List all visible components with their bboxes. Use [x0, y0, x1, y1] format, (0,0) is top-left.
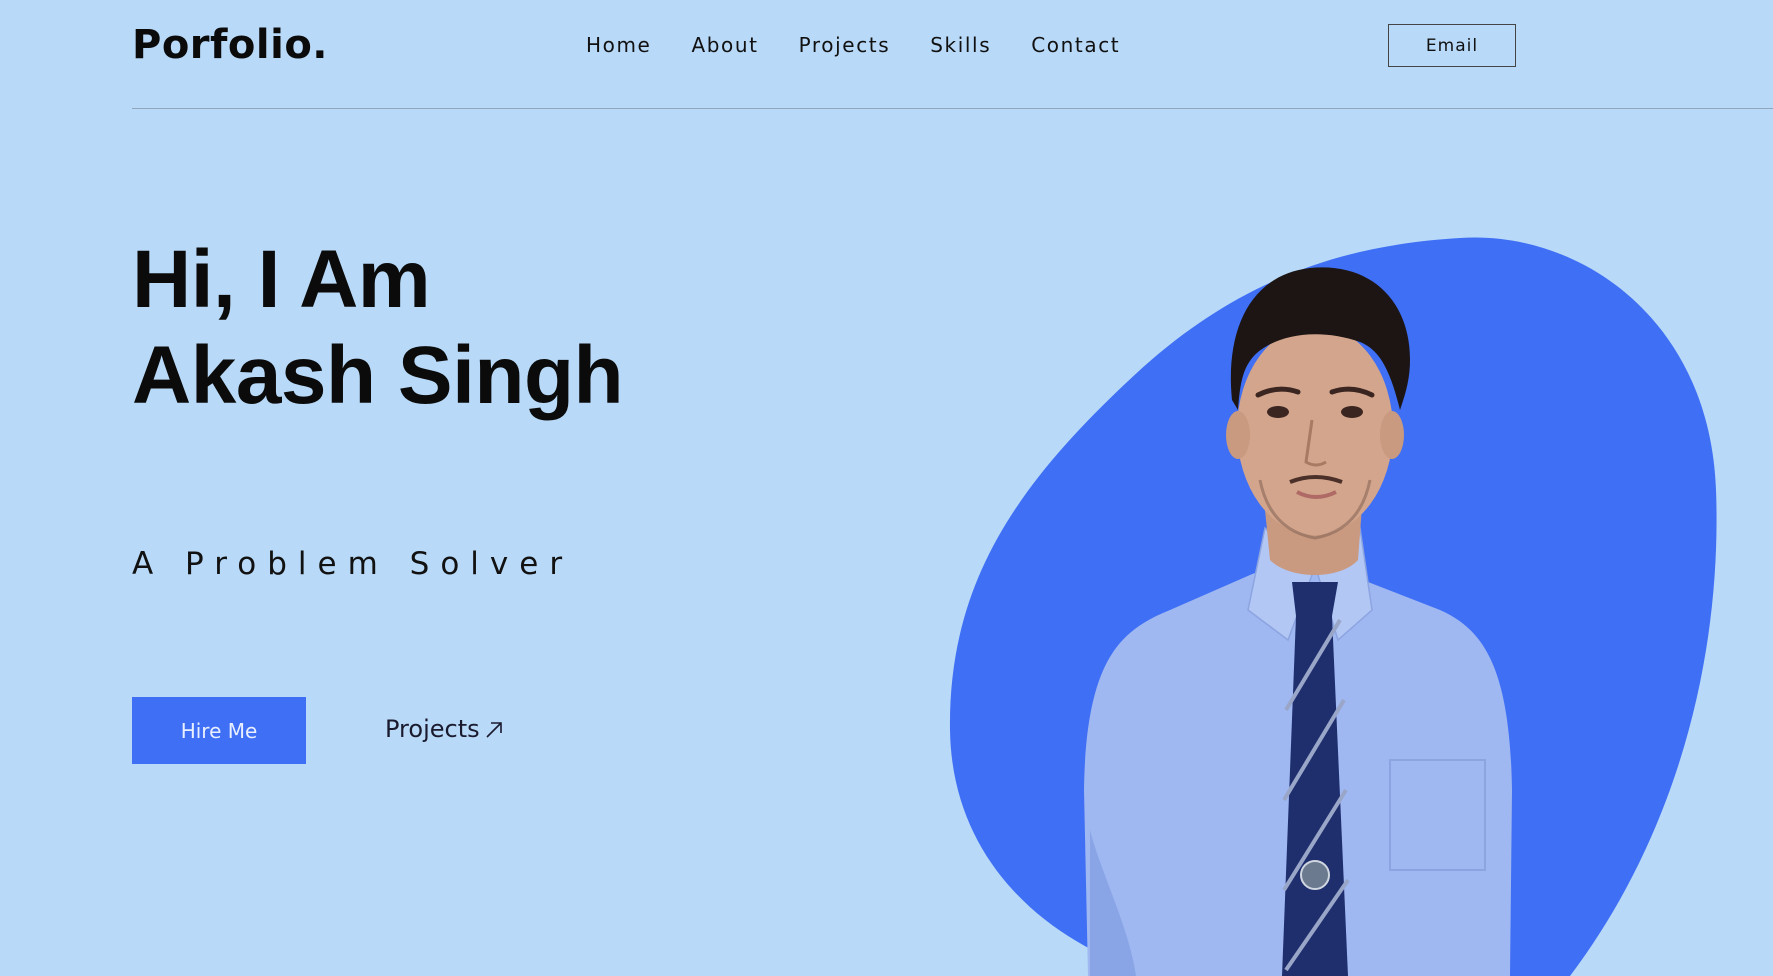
email-button[interactable]: Email	[1388, 24, 1516, 67]
nav-link-projects[interactable]: Projects	[799, 33, 891, 57]
portrait-ear-left	[1226, 411, 1250, 459]
site-logo[interactable]: Porfolio.	[132, 22, 328, 68]
hero-visual	[949, 237, 1717, 976]
arrow-up-right-icon	[486, 722, 502, 738]
nav-links: Home About Projects Skills Contact	[586, 33, 1120, 57]
projects-link[interactable]: Projects	[385, 715, 506, 743]
hero-title: Hi, I Am Akash Singh	[132, 232, 624, 424]
portrait-face	[1237, 325, 1393, 535]
hire-me-button[interactable]: Hire Me	[132, 697, 306, 764]
portrait-eye-right	[1341, 406, 1363, 418]
portrait-tie-emblem	[1300, 860, 1330, 890]
top-navbar: Porfolio. Home About Projects Skills Con…	[0, 0, 1773, 109]
hero-tagline: A Problem Solver	[132, 546, 574, 582]
portrait-eye-left	[1267, 406, 1289, 418]
nav-link-contact[interactable]: Contact	[1031, 33, 1120, 57]
nav-link-about[interactable]: About	[691, 33, 758, 57]
portrait-ear-right	[1380, 411, 1404, 459]
nav-link-skills[interactable]: Skills	[930, 33, 991, 57]
nav-link-home[interactable]: Home	[586, 33, 651, 57]
hero-title-line-2: Akash Singh	[132, 330, 624, 421]
nav-divider	[132, 108, 1773, 109]
hero-title-line-1: Hi, I Am	[132, 234, 431, 325]
projects-link-label: Projects	[385, 715, 480, 743]
